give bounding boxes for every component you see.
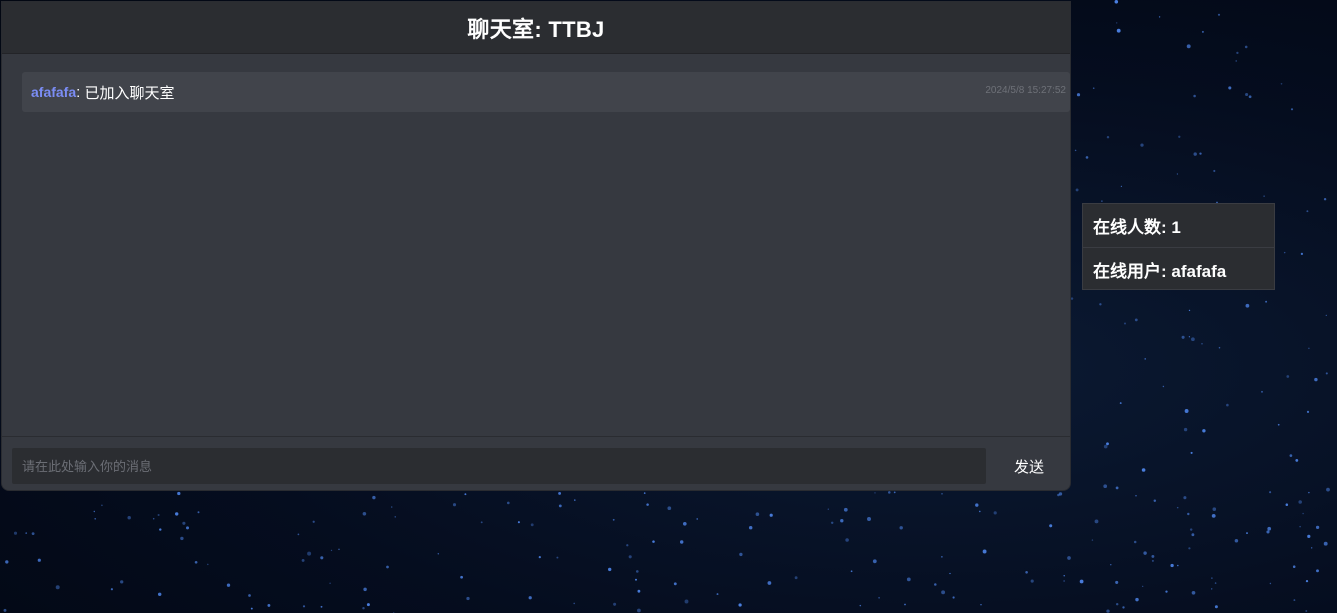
online-users-list: 在线用户: afafafa xyxy=(1083,247,1274,290)
chat-header: 聊天室: TTBJ xyxy=(2,2,1070,54)
send-button[interactable]: 发送 xyxy=(992,448,1066,484)
online-users-panel: 在线人数: 1 在线用户: afafafa xyxy=(1082,203,1275,290)
message-item: afafafa : 已加入聊天室 2024/5/8 15:27:52 xyxy=(22,72,1070,112)
message-input[interactable] xyxy=(12,448,986,484)
chat-room-title: 聊天室: TTBJ xyxy=(467,16,605,42)
message-timestamp: 2024/5/8 15:27:52 xyxy=(985,85,1066,96)
composer-bar: 发送 xyxy=(2,436,1070,490)
message-separator: : xyxy=(76,83,85,101)
message-list[interactable]: afafafa : 已加入聊天室 2024/5/8 15:27:52 xyxy=(2,54,1070,437)
message-text: 已加入聊天室 xyxy=(84,84,175,102)
online-count: 在线人数: 1 xyxy=(1093,218,1181,237)
message-username: afafafa xyxy=(31,84,77,100)
chat-window: 聊天室: TTBJ afafafa : 已加入聊天室 2024/5/8 15:2… xyxy=(1,1,1071,491)
